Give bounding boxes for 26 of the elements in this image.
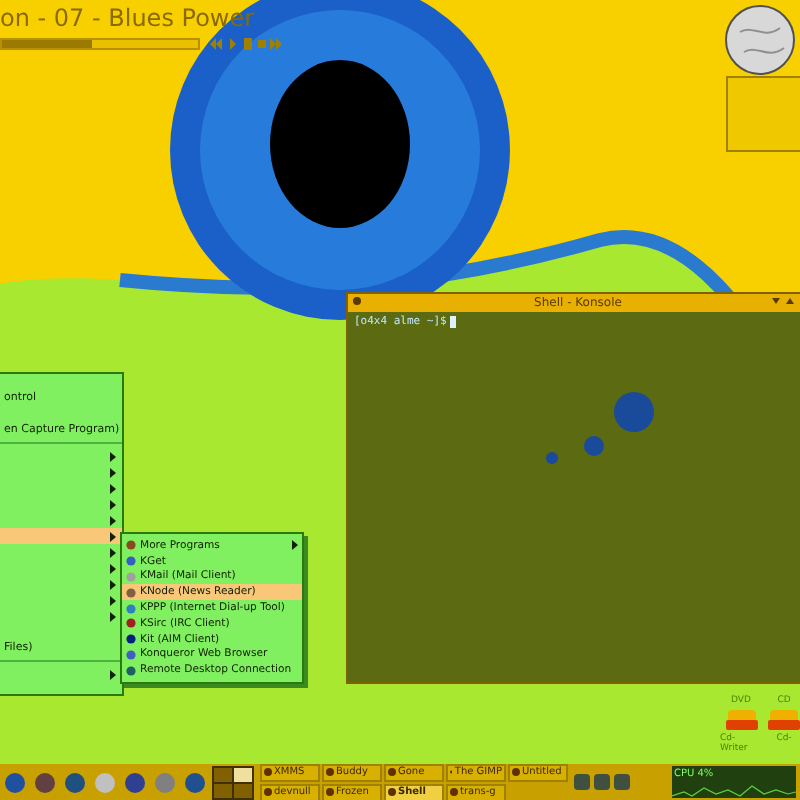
app-icon	[512, 768, 520, 776]
moon-icon	[724, 4, 796, 76]
launcher-icon[interactable]	[4, 771, 26, 793]
pager-desktop[interactable]	[234, 767, 252, 781]
app-icon	[388, 788, 396, 796]
app-icon	[264, 768, 272, 776]
submenu-arrow-icon	[110, 669, 116, 679]
seek-bar[interactable]	[0, 38, 200, 50]
drive-icon[interactable]	[725, 708, 757, 732]
launcher-icon[interactable]	[184, 771, 206, 793]
app-icon	[264, 788, 272, 796]
app-icon	[326, 788, 334, 796]
launcher-icon[interactable]	[124, 771, 146, 793]
submenu-item[interactable]	[0, 528, 122, 544]
bubbles-drawing	[546, 392, 656, 466]
window-buttons-icon[interactable]	[772, 296, 800, 308]
app-icon	[388, 768, 396, 776]
app-icon	[326, 768, 334, 776]
window-menu-icon[interactable]	[352, 296, 362, 306]
drive-icon[interactable]	[768, 708, 800, 732]
launcher-icon[interactable]	[34, 771, 56, 793]
launcher-icon[interactable]	[64, 771, 86, 793]
app-icon	[450, 788, 458, 796]
cpu-graph-drawing	[672, 782, 796, 798]
weather-panel	[726, 76, 800, 152]
text-cursor	[450, 316, 457, 328]
